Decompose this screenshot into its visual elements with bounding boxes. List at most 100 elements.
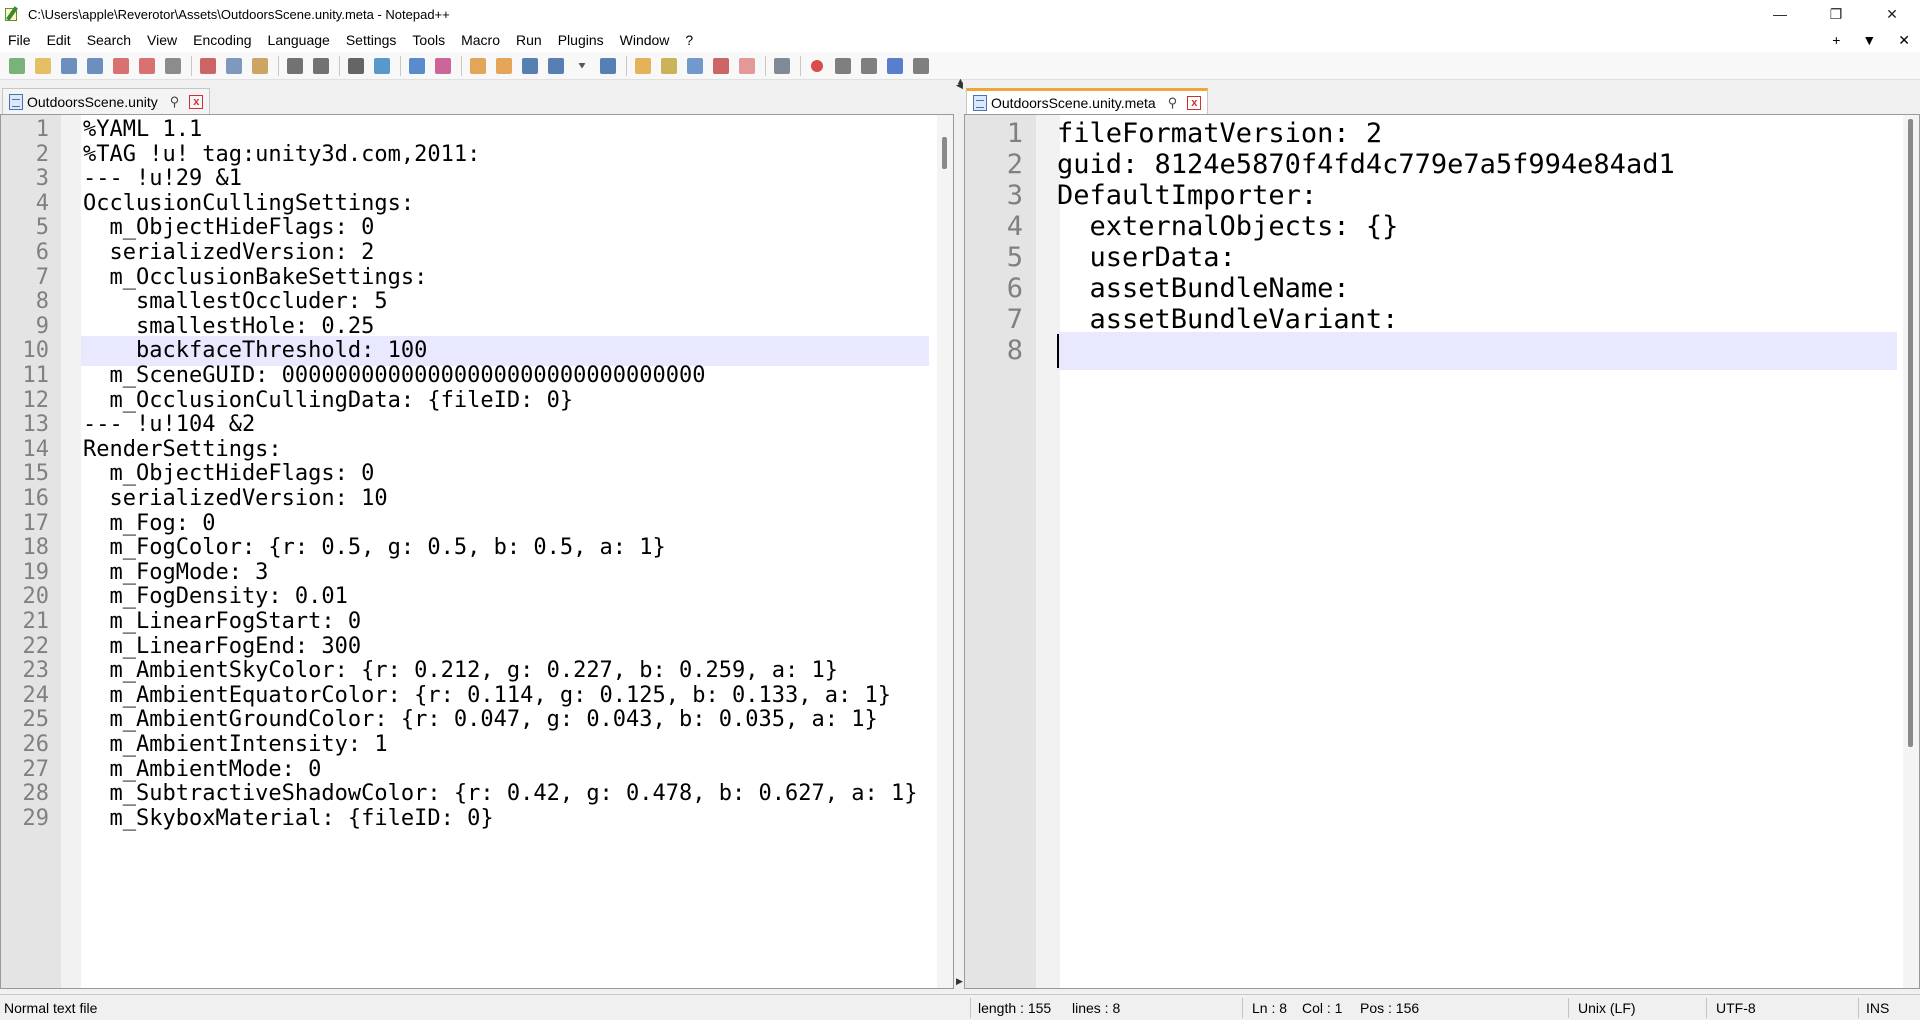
menu-encoding[interactable]: Encoding: [185, 32, 259, 48]
document-icon: [9, 93, 23, 110]
menu-language[interactable]: Language: [260, 32, 338, 48]
dropdown-button[interactable]: [571, 55, 593, 77]
pin-icon[interactable]: ⚲: [170, 94, 180, 110]
status-eol[interactable]: Unix (LF): [1578, 1000, 1636, 1016]
open-file-button[interactable]: [32, 55, 54, 77]
toolbar-separator: [461, 55, 462, 76]
replace-button[interactable]: [371, 55, 393, 77]
left-editor[interactable]: 1 %YAML 1.1 2 %TAG !u! tag:unity3d.com,2011…: [0, 114, 954, 989]
dropdown-icon: [578, 62, 586, 69]
find-button[interactable]: [345, 55, 367, 77]
view-splitter[interactable]: ▲ ◀ ▶: [954, 76, 965, 990]
menu-tools[interactable]: Tools: [404, 32, 453, 48]
menu-plugins[interactable]: Plugins: [550, 32, 612, 48]
menu-run[interactable]: Run: [508, 32, 550, 48]
doc-map-button[interactable]: [658, 55, 680, 77]
code-line[interactable]: 29 m_SkyboxMaterial: {fileID: 0}: [1, 804, 953, 834]
right-editor[interactable]: 1 fileFormatVersion: 2 2 guid: 8124e5870f4f…: [964, 114, 1920, 989]
cut-button[interactable]: [197, 55, 219, 77]
open-file-icon: [35, 57, 51, 74]
status-line-number: Ln : 8: [1252, 1000, 1288, 1016]
save-button[interactable]: [58, 55, 80, 77]
close-tab-button[interactable]: x: [1187, 95, 1202, 110]
splitter-right-arrow[interactable]: ▶: [956, 976, 963, 987]
status-divider: [1706, 998, 1707, 1018]
title-bar: C:\Users\apple\Reverotor\Assets\Outdoors…: [0, 0, 1920, 28]
tab-list-dropdown[interactable]: ▼: [1862, 32, 1876, 48]
sync-vertical-icon: [470, 57, 486, 74]
close-doc-button[interactable]: ✕: [1898, 32, 1910, 49]
menu-view[interactable]: View: [139, 32, 185, 48]
copy-button[interactable]: [223, 55, 245, 77]
restore-button[interactable]: ❐: [1808, 0, 1864, 28]
zoom-in-button[interactable]: [406, 55, 428, 77]
menu-search[interactable]: Search: [79, 32, 139, 48]
text-caret: [1057, 334, 1059, 368]
close-tab-button[interactable]: x: [189, 94, 204, 109]
minimize-button[interactable]: —: [1752, 0, 1808, 28]
close-window-button[interactable]: ✕: [1864, 0, 1920, 28]
zoom-out-button[interactable]: [432, 55, 454, 77]
tab-outdoorsscene-unity[interactable]: OutdoorsScene.unity ⚲ x: [2, 88, 211, 114]
menu-macro[interactable]: Macro: [453, 32, 508, 48]
window-title: C:\Users\apple\Reverotor\Assets\Outdoors…: [28, 6, 450, 22]
run-macro-multiple-button[interactable]: [884, 55, 906, 77]
close-all-button[interactable]: [136, 55, 158, 77]
close-file-button[interactable]: [110, 55, 132, 77]
sync-vertical-button[interactable]: [467, 55, 489, 77]
splitter-left-arrow[interactable]: ◀: [956, 80, 963, 91]
save-all-icon: [87, 57, 103, 74]
word-wrap-button[interactable]: [519, 55, 541, 77]
status-divider: [1242, 998, 1243, 1018]
status-divider: [970, 998, 971, 1018]
close-all-icon: [139, 57, 155, 74]
monitoring-button[interactable]: [771, 55, 793, 77]
scrollbar-thumb[interactable]: [1908, 119, 1913, 747]
notepadpp-window: C:\Users\apple\Reverotor\Assets\Outdoors…: [0, 0, 1920, 1020]
menu-settings[interactable]: Settings: [338, 32, 405, 48]
stop-macro-button[interactable]: [832, 55, 854, 77]
redo-icon: [313, 57, 329, 74]
zoom-in-icon: [409, 57, 425, 74]
add-tab-button[interactable]: +: [1832, 32, 1840, 48]
tab-outdoorsscene-unity-meta[interactable]: OutdoorsScene.unity.meta ⚲ x: [966, 88, 1209, 114]
code-line[interactable]: 8: [965, 332, 1919, 370]
line-text[interactable]: m_SkyboxMaterial: {fileID: 0}: [83, 804, 493, 834]
paste-button[interactable]: [249, 55, 271, 77]
find-icon: [348, 57, 364, 74]
record-macro-button[interactable]: [806, 55, 828, 77]
sync-horizontal-button[interactable]: [493, 55, 515, 77]
undo-button[interactable]: [284, 55, 306, 77]
folder-workspace-button[interactable]: [736, 55, 758, 77]
status-insert-mode[interactable]: INS: [1866, 1000, 1889, 1016]
status-length: length : 155: [978, 1000, 1052, 1016]
indent-guide-icon: [600, 57, 616, 74]
redo-button[interactable]: [310, 55, 332, 77]
menu-help[interactable]: ?: [677, 32, 701, 48]
menu-edit[interactable]: Edit: [39, 32, 79, 48]
new-file-button[interactable]: [6, 55, 28, 77]
current-line-highlight: [1057, 332, 1897, 370]
new-file-icon: [9, 57, 25, 74]
line-number: 8: [1006, 335, 1023, 366]
status-encoding[interactable]: UTF-8: [1716, 1000, 1756, 1016]
indent-guide-button[interactable]: [597, 55, 619, 77]
play-macro-icon: [861, 57, 877, 74]
word-wrap-icon: [522, 57, 538, 74]
save-all-button[interactable]: [84, 55, 106, 77]
vertical-scrollbar[interactable]: [937, 115, 953, 988]
pin-icon[interactable]: ⚲: [1168, 95, 1178, 111]
sync-horizontal-icon: [496, 57, 512, 74]
doc-list-button[interactable]: [684, 55, 706, 77]
status-divider: [1568, 998, 1569, 1018]
menu-window[interactable]: Window: [612, 32, 678, 48]
menu-file[interactable]: File: [0, 32, 39, 48]
user-lang-button[interactable]: [632, 55, 654, 77]
show-all-chars-button[interactable]: [545, 55, 567, 77]
function-list-button[interactable]: [710, 55, 732, 77]
save-macro-button[interactable]: [910, 55, 932, 77]
vertical-scrollbar[interactable]: [1903, 115, 1919, 988]
play-macro-button[interactable]: [858, 55, 880, 77]
scrollbar-thumb[interactable]: [942, 137, 947, 169]
print-button[interactable]: [162, 55, 184, 77]
